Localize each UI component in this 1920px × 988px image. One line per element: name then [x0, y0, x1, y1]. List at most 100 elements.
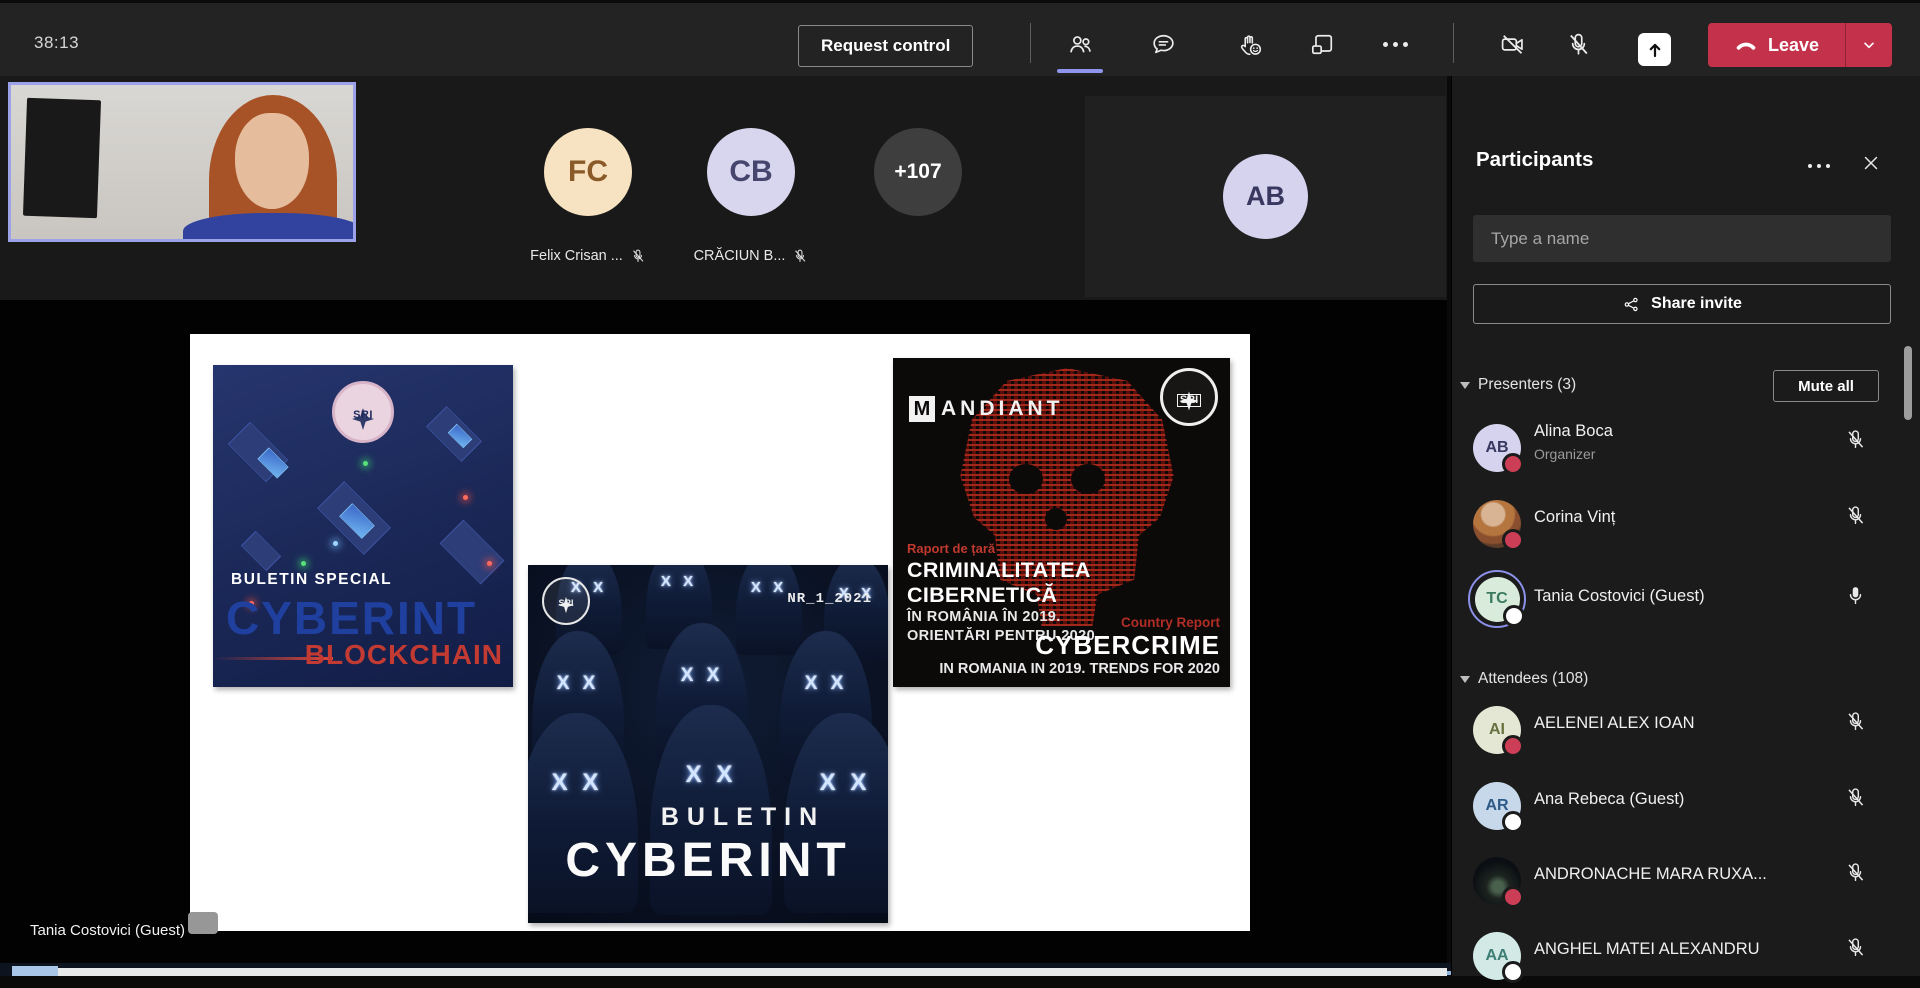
name-label: CRĂCIUN B...	[694, 248, 786, 264]
cover1-kicker: BULETIN SPECIAL	[231, 571, 392, 589]
share-invite-button[interactable]: Share invite	[1473, 284, 1891, 324]
avatar-photo	[1473, 857, 1521, 905]
attendees-section-label: Attendees (108)	[1478, 670, 1588, 688]
mic-off-icon[interactable]	[1844, 936, 1867, 959]
mute-all-button[interactable]: Mute all	[1773, 370, 1879, 402]
participant-row-aelenei[interactable]: AI AELENEI ALEX IOAN	[1452, 698, 1904, 762]
participant-role: Organizer	[1534, 446, 1595, 462]
overflow-count-label: +107	[894, 160, 941, 184]
shared-screen-stage: SRI BULETIN SPECIAL CYBERINT BLOCKCHAIN …	[0, 300, 1447, 976]
mic-off-icon[interactable]	[1844, 428, 1867, 451]
collapse-caret-attendees[interactable]	[1460, 676, 1470, 683]
mic-off-icon[interactable]	[1844, 861, 1867, 884]
presence-dot	[1502, 961, 1524, 983]
participant-row-anghel[interactable]: AA ANGHEL MATEI ALEXANDRU	[1452, 924, 1904, 988]
participants-panel: Participants Share invite Presenters (3)…	[1451, 76, 1920, 976]
request-control-button[interactable]: Request control	[798, 25, 973, 67]
hang-up-icon	[1734, 33, 1758, 57]
shared-app-grip	[188, 912, 218, 934]
mic-on-icon[interactable]	[1844, 584, 1867, 607]
more-options-icon[interactable]	[1375, 24, 1415, 64]
participant-row-andronache[interactable]: ANDRONACHE MARA RUXA...	[1452, 849, 1904, 913]
xx-eyes: X X	[751, 579, 787, 655]
avatar-initials: AB	[1485, 439, 1508, 457]
participant-name: Alina Boca	[1534, 422, 1613, 441]
hooded-figure: X X	[736, 565, 802, 655]
participant-name-fc: Felix Crisan ...	[503, 248, 673, 264]
cover3-text-block: Raport de țară CRIMINALITATEA CIBERNETIC…	[907, 541, 1220, 677]
report-line-en: IN ROMANIA IN 2019. TRENDS FOR 2020	[907, 661, 1220, 677]
mic-off-icon[interactable]	[1844, 504, 1867, 527]
avatar-initials: FC	[568, 155, 608, 189]
sri-label: SRI	[1177, 394, 1201, 407]
cover-cybercrime-report: M ANDIANT SRI Raport de țară CRIMINALITA…	[893, 358, 1230, 687]
sri-label: SRI	[558, 599, 573, 608]
participant-name-cb: CRĂCIUN B...	[666, 248, 836, 264]
skull-nose	[1045, 508, 1067, 530]
participant-row-alina-boca[interactable]: AB Alina Boca Organizer	[1452, 416, 1904, 480]
chat-icon[interactable]	[1143, 24, 1183, 64]
avatar-overflow-count[interactable]: +107	[874, 128, 962, 216]
speaking-ring: TC	[1468, 570, 1526, 628]
avatar-initials: AI	[1489, 721, 1505, 739]
avatar-photo	[1473, 500, 1521, 548]
sri-logo: SRI	[332, 381, 394, 443]
avatar: AR	[1473, 782, 1521, 830]
search-input[interactable]	[1473, 215, 1891, 262]
report-kicker-ro: Raport de țară	[907, 541, 1220, 556]
spark	[487, 561, 492, 566]
spark	[333, 541, 338, 546]
participant-name: AELENEI ALEX IOAN	[1534, 714, 1695, 733]
mic-off-icon[interactable]	[1844, 786, 1867, 809]
leave-main[interactable]: Leave	[1708, 23, 1845, 67]
panel-more-icon[interactable]	[1804, 154, 1834, 178]
leave-button[interactable]: Leave	[1708, 23, 1892, 67]
decorative-cube	[241, 531, 281, 571]
spotlight-tile-ab[interactable]: AB	[1085, 96, 1446, 297]
reactions-icon[interactable]	[1230, 24, 1270, 64]
avatar-cb[interactable]: CB	[707, 128, 795, 216]
background-monitor	[23, 98, 101, 219]
cover1-subtitle: BLOCKCHAIN	[305, 639, 503, 671]
video-strip: FC CB +107 Felix Crisan ... CRĂCIUN B...…	[0, 76, 1447, 300]
presenter-name-label: Tania Costovici (Guest)	[30, 922, 185, 939]
report-title-ro: CRIMINALITATEA CIBERNETICĂ	[907, 558, 1220, 608]
cover2-title-line1: BULETIN	[528, 803, 888, 832]
leave-options-chevron[interactable]	[1845, 23, 1892, 67]
breakout-rooms-icon[interactable]	[1302, 24, 1342, 64]
avatar-initials: AB	[1246, 181, 1285, 212]
participant-name: Tania Costovici (Guest)	[1534, 587, 1705, 606]
self-video-tile[interactable]	[8, 82, 356, 242]
toolbar-divider	[1453, 23, 1454, 63]
avatar: AI	[1473, 706, 1521, 754]
participant-name: ANGHEL MATEI ALEXANDRU	[1534, 940, 1760, 959]
avatar-fc[interactable]: FC	[544, 128, 632, 216]
toolbar-divider	[1030, 23, 1031, 63]
cover-buletin-cyberint: X X X X X X X X X X X X X X X X X X X X …	[528, 565, 888, 923]
camera-off-icon[interactable]	[1492, 24, 1532, 64]
star-icon	[348, 404, 378, 434]
mic-off-icon[interactable]	[1558, 24, 1598, 64]
panel-close-icon[interactable]	[1856, 148, 1886, 178]
spark	[363, 461, 368, 466]
participant-name: Corina Vinț	[1534, 508, 1615, 527]
participant-row-ana-rebeca[interactable]: AR Ana Rebeca (Guest)	[1452, 774, 1904, 838]
presence-dot	[1502, 811, 1524, 833]
participant-name: ANDRONACHE MARA RUXA...	[1534, 865, 1767, 884]
avatar-initials: AA	[1485, 947, 1508, 965]
presence-dot	[1503, 605, 1525, 627]
people-icon[interactable]	[1060, 24, 1100, 64]
share-screen-icon[interactable]	[1638, 33, 1671, 66]
participant-row-corina-vint[interactable]: Corina Vinț	[1452, 492, 1904, 556]
mic-off-icon	[630, 248, 646, 264]
edge-segment	[58, 968, 1447, 976]
mic-off-icon[interactable]	[1844, 710, 1867, 733]
edge-segment	[12, 966, 58, 976]
meeting-top-bar: 38:13 Request control Leave	[0, 0, 1920, 76]
share-icon	[1622, 295, 1641, 314]
share-invite-label: Share invite	[1651, 295, 1742, 313]
collapse-caret-presenters[interactable]	[1460, 382, 1470, 389]
panel-scrollbar-thumb[interactable]	[1904, 346, 1912, 420]
mic-off-icon	[792, 248, 808, 264]
participant-row-tania-costovici[interactable]: TC Tania Costovici (Guest)	[1452, 566, 1904, 630]
